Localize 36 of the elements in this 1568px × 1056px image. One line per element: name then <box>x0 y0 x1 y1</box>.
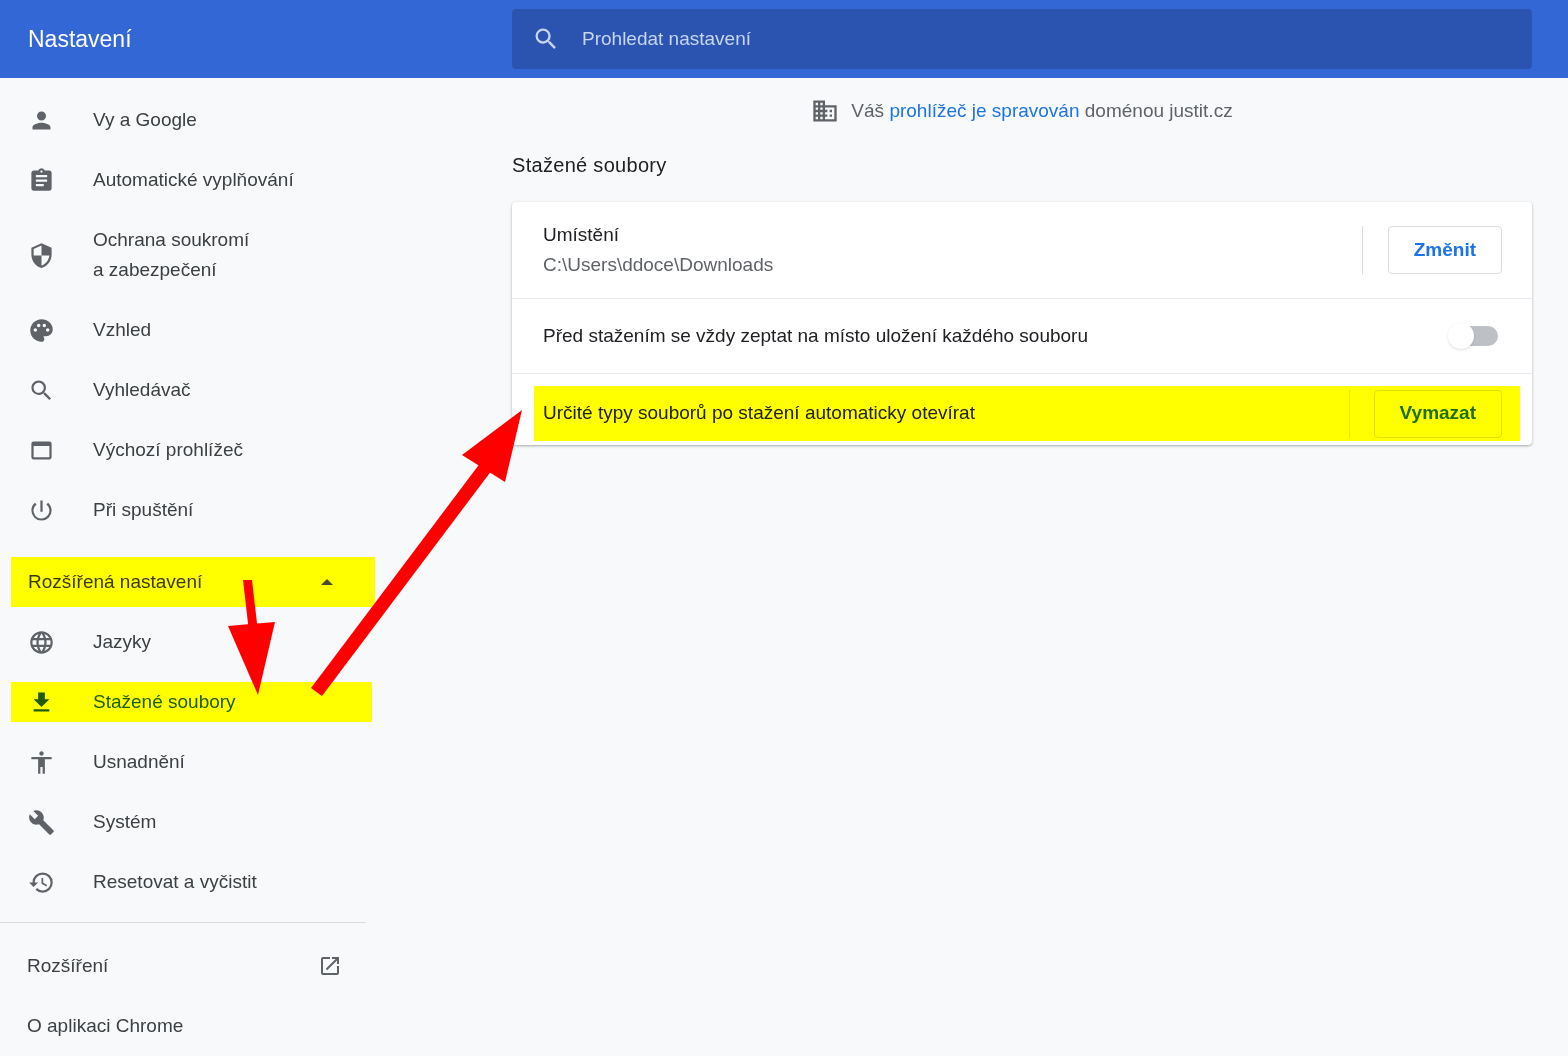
sidebar-item[interactable]: Usnadnění <box>11 732 372 792</box>
globe-icon <box>28 628 55 656</box>
shield-icon <box>28 241 55 269</box>
advanced-section-header[interactable]: Rozšířená nastavení <box>11 557 375 607</box>
managed-notice: Váš prohlížeč je spravován doménou justit.cz <box>851 98 1233 123</box>
external-link-icon <box>318 954 342 978</box>
caret-icon <box>321 579 333 585</box>
accessibility-icon <box>28 748 55 776</box>
folder-path: C:\Users\ddoce\Downloads <box>543 253 775 277</box>
clipboard-icon <box>28 166 55 194</box>
managed-link[interactable]: prohlížeč je spravován <box>889 99 1080 121</box>
sidebar-item[interactable]: Ochrana soukromí a zabezpečení <box>11 210 372 300</box>
section-title: Stažené soubory <box>512 153 668 178</box>
sidebar-item[interactable]: Jazyky <box>11 612 372 672</box>
sidebar-item[interactable]: Výchozí prohlížeč <box>11 420 372 480</box>
wrench-icon <box>28 808 55 836</box>
search-field[interactable]: Prohledat nastavení <box>512 9 1532 69</box>
page-title: Nastavení <box>27 24 133 54</box>
sidebar-item[interactable]: Vy a Google <box>11 90 372 150</box>
sidebar-link[interactable]: O aplikaci Chrome <box>0 996 372 1056</box>
setting-label: Před stažením se vždy zeptat na místo uložení každého souboru <box>543 323 1089 348</box>
sidebar-item[interactable]: Systém <box>11 792 372 852</box>
sidebar-item[interactable]: Resetovat a vyčistit <box>11 852 372 912</box>
sidebar-item[interactable]: Vzhled <box>11 300 372 360</box>
setting-label: Umístění <box>543 223 621 247</box>
sidebar-link[interactable]: Rozšíření <box>0 936 372 996</box>
sidebar-item[interactable]: Při spuštění <box>11 480 372 540</box>
sidebar-item[interactable]: Stažené soubory <box>11 682 372 722</box>
sidebar-item[interactable]: Vyhledávač <box>11 360 372 420</box>
toggle-switch[interactable] <box>1450 326 1498 346</box>
change-button[interactable]: Změnit <box>1387 226 1502 274</box>
clear-button[interactable]: Vymazat <box>1373 389 1502 438</box>
search-input[interactable]: Prohledat nastavení <box>582 24 1532 54</box>
setting-label: Určité typy souborů po stažení automaticky otevírat <box>543 401 976 426</box>
sidebar-item[interactable]: Automatické vyplňování <box>11 150 372 210</box>
palette-icon <box>28 316 55 344</box>
